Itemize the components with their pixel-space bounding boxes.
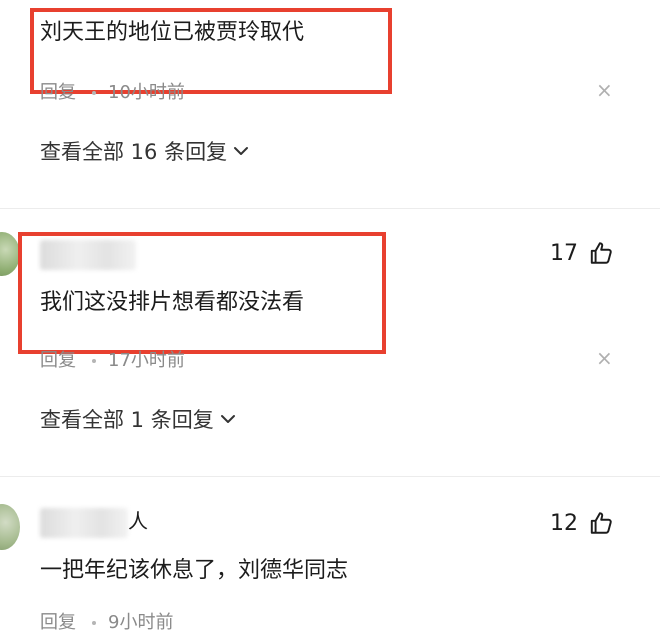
like-count-value: 12 [550, 510, 578, 536]
timestamp: 9小时前 [108, 612, 174, 633]
comment-text: 一把年纪该休息了，刘德华同志 [40, 558, 349, 583]
view-replies-button[interactable]: 查看全部 1 条回复 [40, 404, 236, 434]
view-replies-button[interactable]: 查看全部 16 条回复 [40, 136, 249, 166]
username-suffix: 人 [128, 509, 148, 533]
comment-text: 我们这没排片想看都没法看 [40, 290, 305, 315]
reply-button[interactable]: 回复 [40, 350, 76, 371]
reply-button[interactable]: 回复 [40, 82, 76, 103]
chevron-down-icon [220, 415, 235, 423]
divider [0, 476, 660, 477]
like-count[interactable]: 12 [550, 510, 614, 536]
comment-meta: 回复 9小时前 [40, 608, 173, 634]
thumbs-up-icon [590, 512, 612, 534]
comment-meta: 回复 17小时前 [40, 346, 185, 372]
chevron-down-icon [234, 147, 249, 155]
separator-dot [92, 359, 96, 363]
timestamp: 10小时前 [108, 82, 185, 103]
timestamp: 17小时前 [108, 350, 185, 371]
like-count-value: 17 [550, 240, 578, 266]
divider [0, 208, 660, 209]
close-icon[interactable]: × [596, 80, 613, 100]
username-blurred [40, 240, 136, 270]
view-replies-label: 查看全部 1 条回复 [40, 408, 214, 432]
thumbs-up-icon [590, 242, 612, 264]
comment-meta: 回复 10小时前 [40, 78, 185, 104]
separator-dot [92, 91, 96, 95]
view-replies-label: 查看全部 16 条回复 [40, 140, 228, 164]
username-blurred [40, 508, 128, 538]
avatar [0, 504, 20, 550]
close-icon[interactable]: × [596, 348, 613, 368]
like-count[interactable]: 17 [550, 240, 614, 266]
reply-button[interactable]: 回复 [40, 612, 76, 633]
separator-dot [92, 621, 96, 625]
avatar [0, 232, 20, 276]
comment-text: 刘天王的地位已被贾玲取代 [40, 20, 305, 45]
